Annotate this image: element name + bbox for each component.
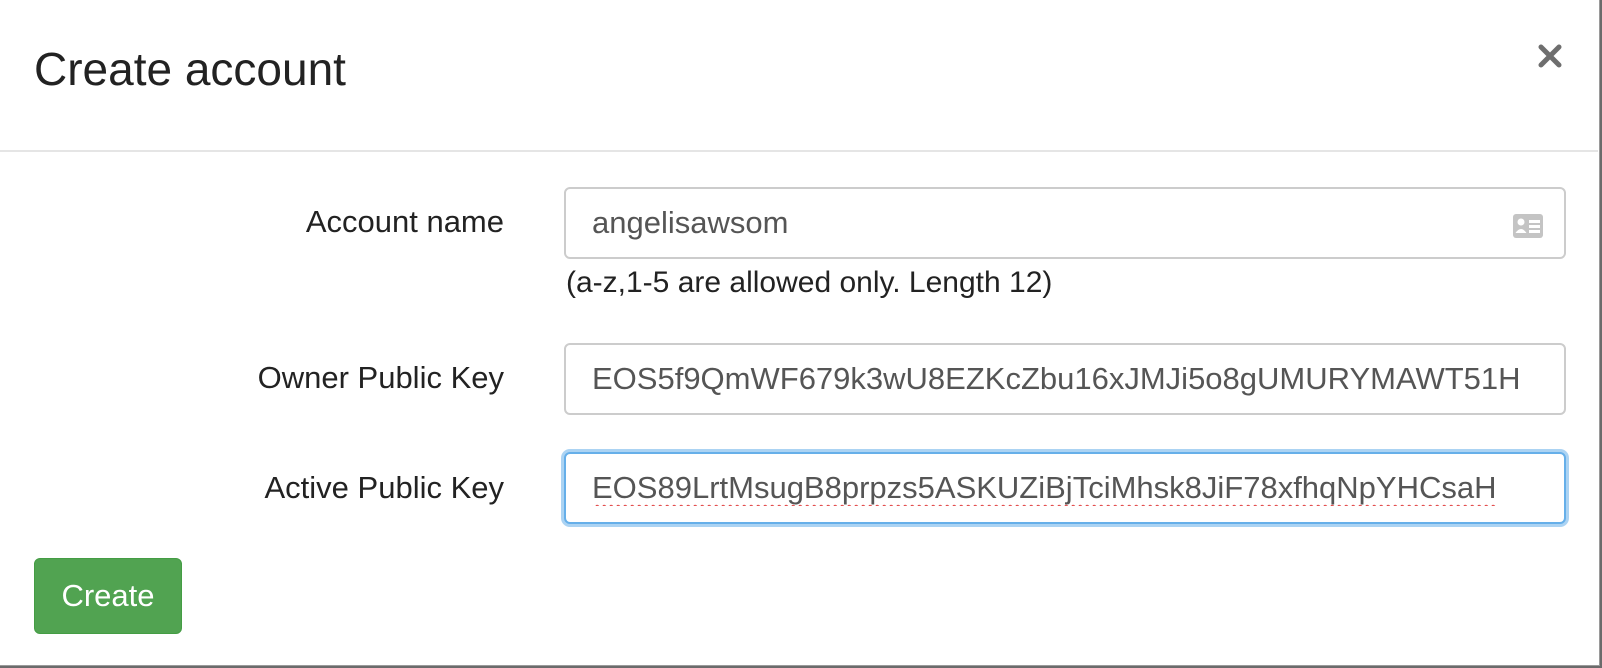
account-name-input[interactable]: angelisawsom xyxy=(564,187,1566,259)
create-button[interactable]: Create xyxy=(34,558,182,634)
dialog-header: Create account xyxy=(0,0,1598,152)
active-key-value: EOS89LrtMsugB8prpzs5ASKUZiBjTciMhsk8JiF7… xyxy=(592,470,1497,505)
dialog-title: Create account xyxy=(34,43,346,95)
active-key-label: Active Public Key xyxy=(264,470,505,505)
close-icon xyxy=(1537,43,1563,74)
account-name-label: Account name xyxy=(305,204,504,239)
owner-key-label: Owner Public Key xyxy=(257,360,504,395)
account-name-help: (a-z,1-5 are allowed only. Length 12) xyxy=(566,266,1053,299)
close-button[interactable] xyxy=(1528,36,1572,80)
owner-key-value: EOS5f9QmWF679k3wU8EZKcZbu16xJMJi5o8gUMUR… xyxy=(592,361,1521,396)
account-name-value: angelisawsom xyxy=(592,205,789,240)
active-key-input[interactable]: EOS89LrtMsugB8prpzs5ASKUZiBjTciMhsk8JiF7… xyxy=(564,452,1566,524)
create-account-dialog: Create account Account name angelisawsom xyxy=(0,0,1600,666)
contact-card-icon[interactable] xyxy=(1512,211,1544,238)
owner-key-input[interactable]: EOS5f9QmWF679k3wU8EZKcZbu16xJMJi5o8gUMUR… xyxy=(564,343,1566,415)
